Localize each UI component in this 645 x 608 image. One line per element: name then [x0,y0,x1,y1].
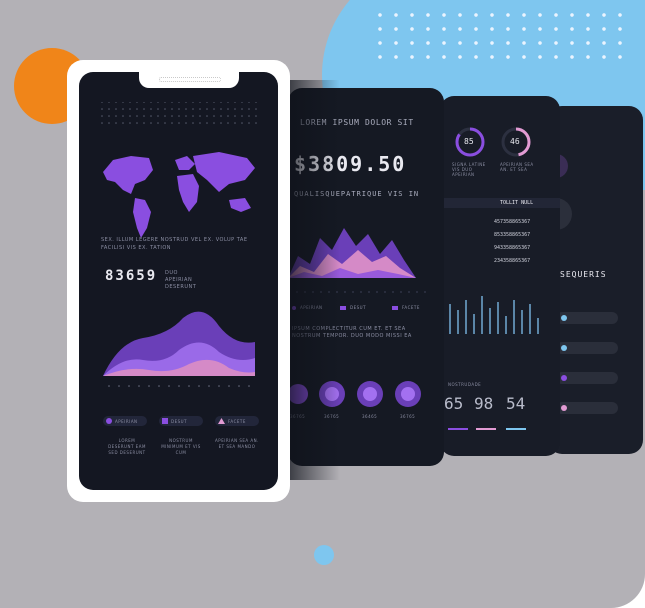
card4-heading: SEQUERIS [560,270,607,279]
phone-footnote-1: LOREM DESERUNT EAM SED DESERUNT [108,438,146,455]
phone-frame: SEX. ILLUM LEGERE NOSTRUD VEL EX. VOLUP … [67,60,290,502]
table-row: 853358865367 [494,232,531,238]
table-row: 943358865367 [494,245,531,251]
dot-grid-decoration [372,8,622,60]
table-header: TOLLIT NULL [500,200,534,206]
phone-screen: SEX. ILLUM LEGERE NOSTRUD VEL EX. VOLUP … [79,72,278,490]
card3-section-label: NOSTRUDADE [448,382,482,387]
phone-legend-1: APEIRIAN [115,419,138,424]
card2-legend-2: DESUT [350,305,367,310]
card2-legend-3: FACETE [402,305,420,310]
phone-legend-2: DESUT [171,419,188,424]
table-rows: 457358865367 853358865367 943358865367 2… [494,216,530,268]
world-map [103,152,255,238]
donut-1-label: SIGNA LATINE VIS DUO APEIRIAN [452,162,486,177]
phone-footnote-2: NOSTRUM MINIMUM ET VIS CUM [161,438,201,455]
ring-value: 36465 [362,414,378,419]
dashboard-card-4: SEQUERIS [548,106,643,454]
table-row: 234358865367 [494,258,531,264]
stage: SEQUERIS 85 46 SIGNA LATINE VIS DUO APEI… [0,0,645,608]
card4-graphics [548,154,618,414]
dashboard-card-3: 85 46 SIGNA LATINE VIS DUO APEIRIAN APEI… [440,96,560,456]
phone-stat-label: DUO APEIRIAN DESERUNT [165,270,197,290]
small-blue-dot-decoration [314,545,334,565]
ring-value: 36765 [400,414,416,419]
big-number-3: 54 [506,394,526,413]
table-row: 457358865367 [494,219,531,225]
donut-2-label: APEIRIAN SEA AN. ET SEA [500,162,534,172]
big-number-2: 98 [474,394,494,413]
big-number-1: 65 [444,394,464,413]
donut-2-value: 46 [510,137,520,146]
phone-footnote-3: APEIRIAN SEA AN. ET SEA MANDO [215,438,259,449]
phone-stat-value: 83659 [105,268,158,284]
donut-1-value: 85 [464,137,474,146]
phone-legend-3: FACETE [228,419,246,424]
phone-caption: SEX. ILLUM LEGERE NOSTRUD VEL EX. VOLUP … [101,237,248,251]
